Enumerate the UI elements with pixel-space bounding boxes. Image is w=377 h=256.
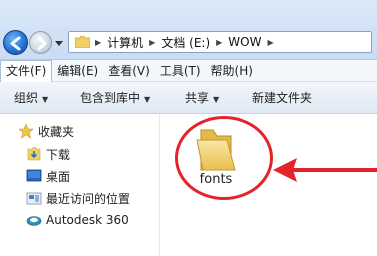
breadcrumb-separator-icon[interactable]: ▶ xyxy=(149,38,155,47)
menu-help[interactable]: 帮助(H) xyxy=(206,60,258,82)
organize-button[interactable]: 组织 ▼ xyxy=(14,82,48,114)
dropdown-caret-icon: ▼ xyxy=(42,95,49,104)
annotation-circle xyxy=(175,116,273,200)
menu-view[interactable]: 查看(V) xyxy=(103,60,155,82)
include-in-library-button[interactable]: 包含到库中 ▼ xyxy=(80,82,150,114)
nav-autodesk-label: Autodesk 360 xyxy=(46,213,129,227)
organize-label: 组织 xyxy=(14,91,39,105)
forward-button[interactable] xyxy=(29,31,52,54)
breadcrumb-separator-icon[interactable]: ▶ xyxy=(95,38,101,47)
desktop-icon xyxy=(26,169,42,182)
breadcrumb-separator-icon[interactable]: ▶ xyxy=(216,38,222,47)
menu-tools[interactable]: 工具(T) xyxy=(155,60,206,82)
new-folder-label: 新建文件夹 xyxy=(252,91,313,105)
nav-downloads[interactable]: 下载 xyxy=(26,144,70,164)
nav-desktop[interactable]: 桌面 xyxy=(26,166,70,186)
breadcrumb-computer[interactable]: 计算机 xyxy=(107,34,143,51)
file-list: fonts xyxy=(161,114,377,256)
menu-edit[interactable]: 编辑(E) xyxy=(52,60,103,82)
downloads-folder-icon xyxy=(27,147,41,161)
breadcrumb-drive-e[interactable]: 文档 (E:) xyxy=(161,34,210,51)
include-library-label: 包含到库中 xyxy=(80,91,141,105)
star-icon xyxy=(18,123,34,139)
address-row: ▶ 计算机 ▶ 文档 (E:) ▶ WOW ▶ xyxy=(0,0,377,60)
menu-file[interactable]: 文件(F) xyxy=(0,59,53,82)
breadcrumb-wow[interactable]: WOW xyxy=(228,35,261,49)
recent-pages-chevron-icon[interactable] xyxy=(55,41,63,46)
back-arrow-icon xyxy=(10,36,21,51)
nav-autodesk-360[interactable]: Autodesk 360 xyxy=(26,210,129,230)
forward-arrow-icon xyxy=(37,36,47,51)
navigation-pane: 收藏夹 下载 桌面 最近访问的位置 Autodesk 360 xyxy=(0,114,160,256)
recent-places-icon xyxy=(26,192,42,205)
address-bar[interactable]: ▶ 计算机 ▶ 文档 (E:) ▶ WOW ▶ xyxy=(68,31,372,53)
nav-recent-label: 最近访问的位置 xyxy=(46,191,131,206)
annotation-arrow-icon xyxy=(273,158,377,182)
nav-downloads-label: 下载 xyxy=(46,147,71,162)
breadcrumb-separator-icon[interactable]: ▶ xyxy=(267,38,273,47)
new-folder-button[interactable]: 新建文件夹 xyxy=(252,82,312,114)
nav-favorites[interactable]: 收藏夹 xyxy=(18,121,74,141)
back-button[interactable] xyxy=(3,30,28,55)
dropdown-caret-icon: ▼ xyxy=(144,95,151,104)
nav-recent-places[interactable]: 最近访问的位置 xyxy=(26,188,130,208)
folder-icon xyxy=(75,36,90,48)
command-bar: 组织 ▼ 包含到库中 ▼ 共享 ▼ 新建文件夹 xyxy=(0,82,377,114)
nav-desktop-label: 桌面 xyxy=(46,169,71,184)
dropdown-caret-icon: ▼ xyxy=(213,95,220,104)
nav-favorites-label: 收藏夹 xyxy=(38,124,75,139)
share-label: 共享 xyxy=(185,91,210,105)
share-button[interactable]: 共享 ▼ xyxy=(185,82,219,114)
autodesk-360-icon xyxy=(26,216,42,226)
menu-bar: 文件(F) 编辑(E) 查看(V) 工具(T) 帮助(H) xyxy=(0,59,377,82)
